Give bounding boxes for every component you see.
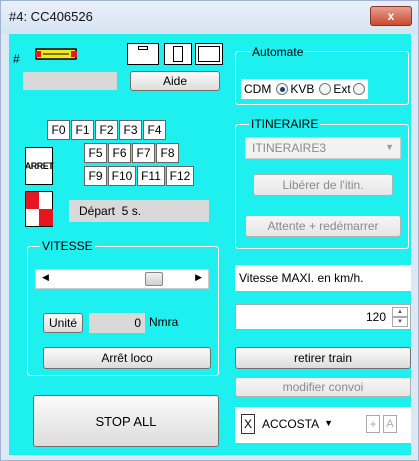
x-icon: X: [243, 417, 252, 431]
liberer-itineraire-button[interactable]: Libérer de l'itin.: [253, 174, 393, 196]
f4-button[interactable]: F4: [143, 120, 166, 140]
vitesse-maxi-value: 120: [365, 310, 386, 324]
close-icon: x: [387, 9, 395, 23]
window-title: #4: CC406526: [9, 9, 93, 24]
automate-radio-group: CDM KVB Ext: [241, 79, 368, 99]
f9-button[interactable]: F9: [84, 166, 107, 186]
depart-field: Départ 5 s.: [69, 200, 209, 222]
plus-icon: +: [369, 417, 377, 431]
depart-label: Départ 5 s.: [79, 204, 142, 218]
vitesse-maxi-input[interactable]: 120 ▲ ▼: [235, 304, 411, 330]
arret-loco-button[interactable]: Arrêt loco: [43, 347, 211, 369]
chevron-down-icon: ▼: [385, 142, 394, 152]
close-button[interactable]: x: [370, 6, 412, 26]
attente-redemarrer-button[interactable]: Attente + redémarrer: [245, 215, 401, 237]
speed-unit-label: Nmra: [149, 315, 179, 329]
spin-down-icon[interactable]: ▼: [392, 317, 408, 327]
vitesse-maxi-label: Vitesse MAXI. en km/h.: [239, 271, 364, 285]
itineraire-select-value: ITINERAIRE3: [252, 141, 327, 155]
vitesse-title: VITESSE: [40, 239, 95, 253]
f3-button[interactable]: F3: [119, 120, 142, 140]
a-label: A: [386, 418, 394, 430]
retirer-train-button[interactable]: retirer train: [235, 347, 411, 369]
modifier-convoi-button[interactable]: modifier convoi: [235, 377, 411, 397]
unite-button[interactable]: Unité: [43, 313, 83, 333]
view-mode-medium-button[interactable]: [164, 43, 192, 65]
f11-button[interactable]: F11: [137, 166, 165, 186]
plus-button[interactable]: +: [366, 415, 380, 433]
itineraire-title: ITINERAIRE: [249, 117, 321, 131]
view-mode-large-button[interactable]: [195, 43, 223, 65]
spin-up-icon[interactable]: ▲: [392, 307, 408, 317]
speed-value: 0: [134, 316, 141, 330]
f2-button[interactable]: F2: [95, 120, 118, 140]
f7-button[interactable]: F7: [132, 143, 155, 163]
f5-button[interactable]: F5: [84, 143, 107, 163]
f12-button[interactable]: F12: [166, 166, 194, 186]
automate-title: Automate: [250, 45, 306, 59]
address-field[interactable]: [23, 72, 117, 90]
loco-control-window: #4: CC406526 x # Aide Automate CDM KVB E…: [0, 0, 419, 461]
client-area: # Aide Automate CDM KVB Ext F0 F1 F2 F3 …: [9, 34, 411, 455]
speed-value-field: 0: [89, 313, 145, 333]
loco-icon: [35, 48, 77, 60]
f6-button[interactable]: F6: [108, 143, 131, 163]
itineraire-select[interactable]: ITINERAIRE3 ▼: [245, 137, 401, 159]
f0-button[interactable]: F0: [47, 120, 70, 140]
arret-sign[interactable]: ARRET: [24, 147, 54, 185]
arret-sign-label: ARRET: [24, 161, 54, 171]
chevron-down-icon: ▼: [324, 418, 333, 428]
aide-button[interactable]: Aide: [130, 71, 220, 91]
close-train-button[interactable]: X: [241, 414, 255, 434]
radio-ext[interactable]: [319, 83, 332, 95]
radio-cdm-label: CDM: [244, 82, 272, 96]
radio-ext-label: Ext: [333, 82, 351, 96]
stop-all-button[interactable]: STOP ALL: [33, 395, 219, 447]
accosta-select[interactable]: ACCOSTA ▼: [259, 413, 337, 435]
title-bar[interactable]: #4: CC406526 x: [1, 1, 418, 34]
f8-button[interactable]: F8: [156, 143, 179, 163]
accosta-select-value: ACCOSTA: [262, 417, 320, 431]
radio-kvb[interactable]: [276, 83, 289, 95]
speed-slider[interactable]: ◀ ▶: [35, 269, 209, 289]
slider-left-arrow-icon[interactable]: ◀: [42, 272, 49, 283]
address-label: #: [13, 52, 20, 66]
a-button[interactable]: A: [383, 415, 397, 433]
view-mode-small-button[interactable]: [127, 43, 159, 65]
slider-right-arrow-icon[interactable]: ▶: [195, 272, 202, 283]
vitesse-maxi-label-box: Vitesse MAXI. en km/h.: [235, 265, 411, 291]
f1-button[interactable]: F1: [71, 120, 94, 140]
slider-thumb[interactable]: [144, 272, 163, 286]
f10-button[interactable]: F10: [108, 166, 136, 186]
radio-extra[interactable]: [352, 83, 365, 95]
radio-kvb-label: KVB: [290, 82, 315, 96]
depart-signal-icon: [25, 191, 53, 227]
